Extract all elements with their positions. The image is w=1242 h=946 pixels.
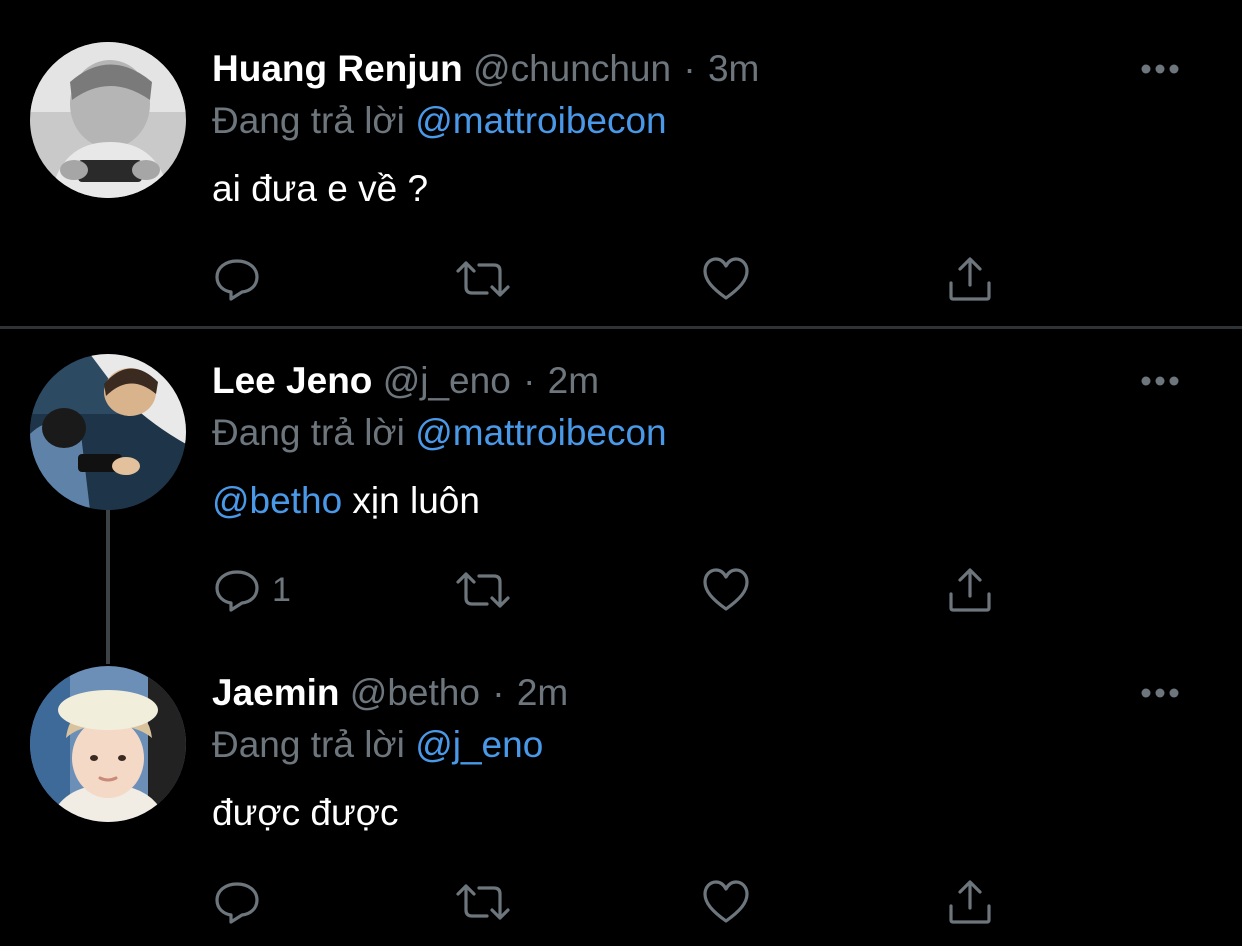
display-name[interactable]: Jaemin — [212, 672, 340, 713]
mention-link[interactable]: @betho — [212, 480, 342, 521]
share-button[interactable] — [946, 878, 994, 926]
replying-to-label: Đang trả lời — [212, 412, 405, 453]
more-horizontal-icon — [1141, 688, 1179, 698]
tweet-header: Huang Renjun @chunchun · 3m — [212, 45, 759, 93]
more-options-button[interactable] — [1138, 57, 1182, 81]
more-options-button[interactable] — [1138, 369, 1182, 393]
more-options-button[interactable] — [1138, 681, 1182, 705]
share-button[interactable] — [946, 255, 994, 303]
tweet-header: Jaemin @betho · 2m — [212, 669, 568, 717]
more-horizontal-icon — [1141, 376, 1179, 386]
display-name[interactable]: Huang Renjun — [212, 48, 463, 89]
reply-bubble-icon — [215, 882, 259, 924]
heart-icon — [703, 880, 749, 923]
separator-dot: · — [492, 672, 505, 713]
retweet-icon — [456, 572, 510, 608]
tweet-2[interactable]: Lee Jeno @j_eno · 2m Đang trả lời @mattr… — [0, 329, 1242, 649]
heart-icon — [703, 257, 749, 300]
tweet-text: được được — [212, 789, 399, 837]
display-name[interactable]: Lee Jeno — [212, 360, 372, 401]
timestamp[interactable]: 2m — [548, 360, 599, 401]
replying-to-link[interactable]: @mattroibecon — [415, 412, 666, 453]
replying-to-link[interactable]: @j_eno — [415, 724, 543, 765]
replying-to-label: Đang trả lời — [212, 724, 405, 765]
like-button[interactable] — [702, 878, 750, 926]
reply-button[interactable]: 1 — [212, 566, 291, 614]
user-handle[interactable]: @j_eno — [383, 360, 511, 401]
retweet-button[interactable] — [455, 255, 511, 303]
replying-to-link[interactable]: @mattroibecon — [415, 100, 666, 141]
timestamp[interactable]: 3m — [708, 48, 759, 89]
user-handle[interactable]: @betho — [350, 672, 480, 713]
retweet-icon — [456, 261, 510, 297]
separator-dot: · — [683, 48, 696, 89]
retweet-button[interactable] — [455, 878, 511, 926]
reply-bubble-icon — [215, 259, 259, 301]
like-button[interactable] — [702, 255, 750, 303]
retweet-icon — [456, 884, 510, 920]
tweet-1[interactable]: Huang Renjun @chunchun · 3m Đang trả lời… — [0, 0, 1242, 326]
tweet-header: Lee Jeno @j_eno · 2m — [212, 357, 599, 405]
tweet-text: @betho xịn luôn — [212, 477, 480, 525]
reply-button[interactable] — [212, 255, 262, 303]
tweet-text-content: ai đưa e về ? — [212, 168, 429, 209]
heart-icon — [703, 568, 749, 611]
avatar-lee-jeno[interactable] — [30, 354, 186, 510]
avatar-huang-renjun[interactable] — [30, 42, 186, 198]
replying-to: Đang trả lời @mattroibecon — [212, 409, 667, 457]
user-handle[interactable]: @chunchun — [473, 48, 671, 89]
tweet-3[interactable]: Jaemin @betho · 2m Đang trả lời @j_eno đ… — [0, 649, 1242, 946]
reply-count: 1 — [272, 570, 291, 609]
timestamp[interactable]: 2m — [517, 672, 568, 713]
tweet-text-content: được được — [212, 792, 399, 833]
replying-to: Đang trả lời @j_eno — [212, 721, 543, 769]
reply-button[interactable] — [212, 878, 262, 926]
tweet-text: ai đưa e về ? — [212, 165, 428, 213]
replying-to: Đang trả lời @mattroibecon — [212, 97, 667, 145]
more-horizontal-icon — [1141, 64, 1179, 74]
share-icon — [949, 257, 991, 301]
retweet-button[interactable] — [455, 566, 511, 614]
like-button[interactable] — [702, 566, 750, 614]
share-icon — [949, 568, 991, 612]
share-icon — [949, 880, 991, 924]
tweet-text-content: xịn luôn — [342, 480, 480, 521]
separator-dot: · — [523, 360, 536, 401]
replying-to-label: Đang trả lời — [212, 100, 405, 141]
share-button[interactable] — [946, 566, 994, 614]
reply-bubble-icon — [215, 570, 259, 612]
avatar-jaemin[interactable] — [30, 666, 186, 822]
